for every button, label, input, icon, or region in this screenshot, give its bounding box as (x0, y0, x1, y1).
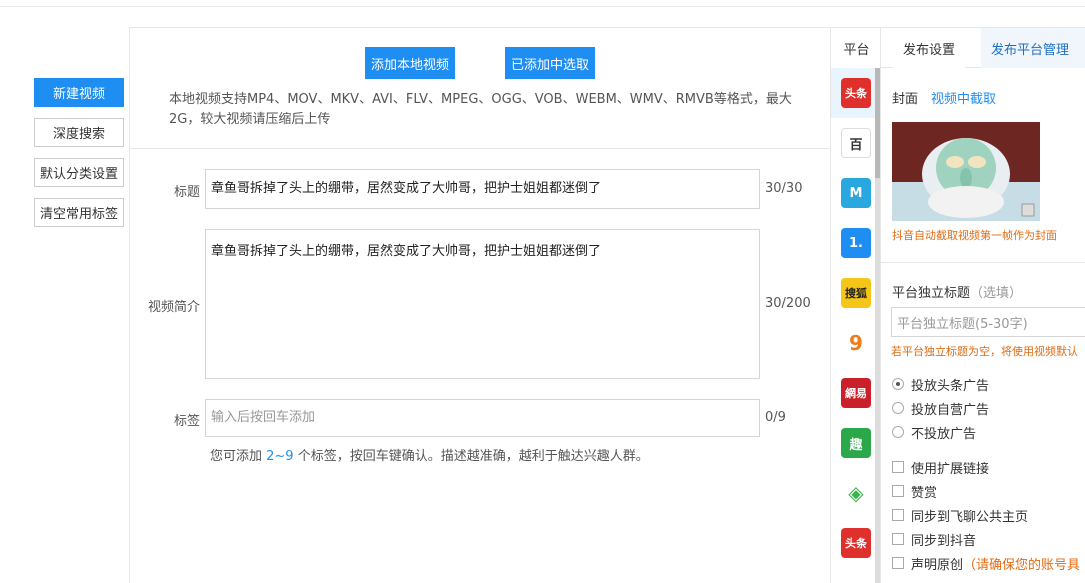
yidian-icon[interactable]: 1. (841, 228, 871, 258)
clear-tags-button[interactable]: 清空常用标签 (34, 198, 124, 227)
ext-link-checkbox[interactable] (892, 461, 904, 473)
toutiao-icon[interactable]: 头条 (841, 78, 871, 108)
platform-column: 平台 头条 百 M 1. 搜狐 9 網易 趣 ◈ 头条 (830, 28, 881, 583)
cover-note: 抖音自动截取视频第一帧作为封面 (892, 229, 1057, 242)
desc-label: 视频简介 (147, 300, 200, 315)
tab-publish-settings[interactable]: 发布设置 (893, 28, 966, 68)
ad-radio-self[interactable] (892, 402, 904, 414)
tag-tip: 您可添加 2~9 个标签，按回车键确认。描述越准确，越利于触达兴趣人群。 (210, 445, 649, 464)
right-panel-border (880, 28, 881, 583)
ad-option-toutiao-label: 投放头条广告 (911, 379, 990, 394)
tag-label: 标签 (173, 414, 200, 429)
section-divider (130, 148, 830, 149)
baijia-icon[interactable]: 百 (841, 128, 871, 158)
cover-from-video-link[interactable]: 视频中截取 (931, 88, 996, 107)
top-divider (0, 6, 1085, 7)
toutiao-icon-2[interactable]: 头条 (841, 528, 871, 558)
tag-tip-post: 个标签，按回车键确认。描述越准确，越利于触达兴趣人群。 (293, 449, 649, 464)
new-video-button[interactable]: 新建视频 (34, 78, 124, 107)
qutoutiao-icon[interactable]: 趣 (841, 428, 871, 458)
ad-option-self-label: 投放自营广告 (911, 403, 990, 418)
original-label-text: 声明原创 (911, 558, 964, 573)
dayu-icon[interactable]: M (841, 178, 871, 208)
tag-input[interactable]: 输入后按回车添加 (205, 399, 760, 437)
sync-feiliao-checkbox[interactable] (892, 509, 904, 521)
pick-added-video-button[interactable]: 已添加中选取 (505, 47, 595, 79)
right-panel-divider (881, 262, 1085, 263)
tag-tip-range: 2~9 (266, 449, 294, 464)
indep-title-input[interactable]: 平台独立标题(5-30字) (891, 307, 1085, 337)
upload-format-hint: 本地视频支持MP4、MOV、MKV、AVI、FLV、MPEG、OGG、VOB、W… (169, 92, 792, 127)
sync-feiliao-label: 同步到飞聊公共主页 (911, 510, 1029, 525)
sync-douyin-label: 同步到抖音 (911, 534, 977, 549)
tag-tip-pre: 您可添加 (210, 449, 267, 464)
original-label: 声明原创（请确保您的账号具 (911, 554, 1080, 573)
wangyi-icon[interactable]: 網易 (841, 378, 871, 408)
title-count: 30/30 (765, 181, 803, 196)
ad-radio-toutiao[interactable] (892, 378, 904, 390)
original-note: （请确保您的账号具 (963, 558, 1081, 573)
reward-checkbox[interactable] (892, 485, 904, 497)
ad-radio-none[interactable] (892, 426, 904, 438)
reward-label: 赞赏 (911, 486, 938, 501)
sync-douyin-checkbox[interactable] (892, 533, 904, 545)
indep-title-label-text: 平台独立标题 (892, 286, 971, 301)
original-checkbox[interactable] (892, 557, 904, 569)
desc-textarea[interactable]: 章鱼哥拆掉了头上的绷带，居然变成了大帅哥，把护士姐姐都迷倒了 (205, 229, 760, 379)
title-input[interactable]: 章鱼哥拆掉了头上的绷带，居然变成了大帅哥，把护士姐姐都迷倒了 (205, 169, 760, 209)
right-tabs: 发布设置 发布平台管理 (881, 28, 1085, 68)
tag-count: 0/9 (765, 410, 786, 425)
default-category-button[interactable]: 默认分类设置 (34, 158, 124, 187)
platform-header: 平台 (843, 42, 870, 58)
content-border-left (129, 27, 130, 583)
title-label: 标题 (173, 185, 200, 200)
ext-link-label: 使用扩展链接 (911, 462, 990, 477)
cover-image (892, 122, 1040, 221)
desc-count: 30/200 (765, 296, 811, 311)
sohu-icon[interactable]: 搜狐 (841, 278, 871, 308)
aiqiyi-icon[interactable]: ◈ (841, 478, 871, 508)
ad-option-none-label: 不投放广告 (911, 427, 977, 442)
tab-platform-manage[interactable]: 发布平台管理 (981, 28, 1085, 68)
indep-title-optional: （选填） (970, 286, 1023, 301)
deep-search-button[interactable]: 深度搜索 (34, 118, 124, 147)
cover-label: 封面 (892, 92, 919, 107)
indep-title-label: 平台独立标题（选填） (892, 282, 1022, 301)
indep-title-note: 若平台独立标题为空，将使用视频默认 (891, 345, 1078, 358)
qie-icon[interactable]: 9 (841, 328, 871, 358)
cover-thumbnail[interactable] (892, 122, 1040, 221)
add-local-video-button[interactable]: 添加本地视频 (365, 47, 455, 79)
